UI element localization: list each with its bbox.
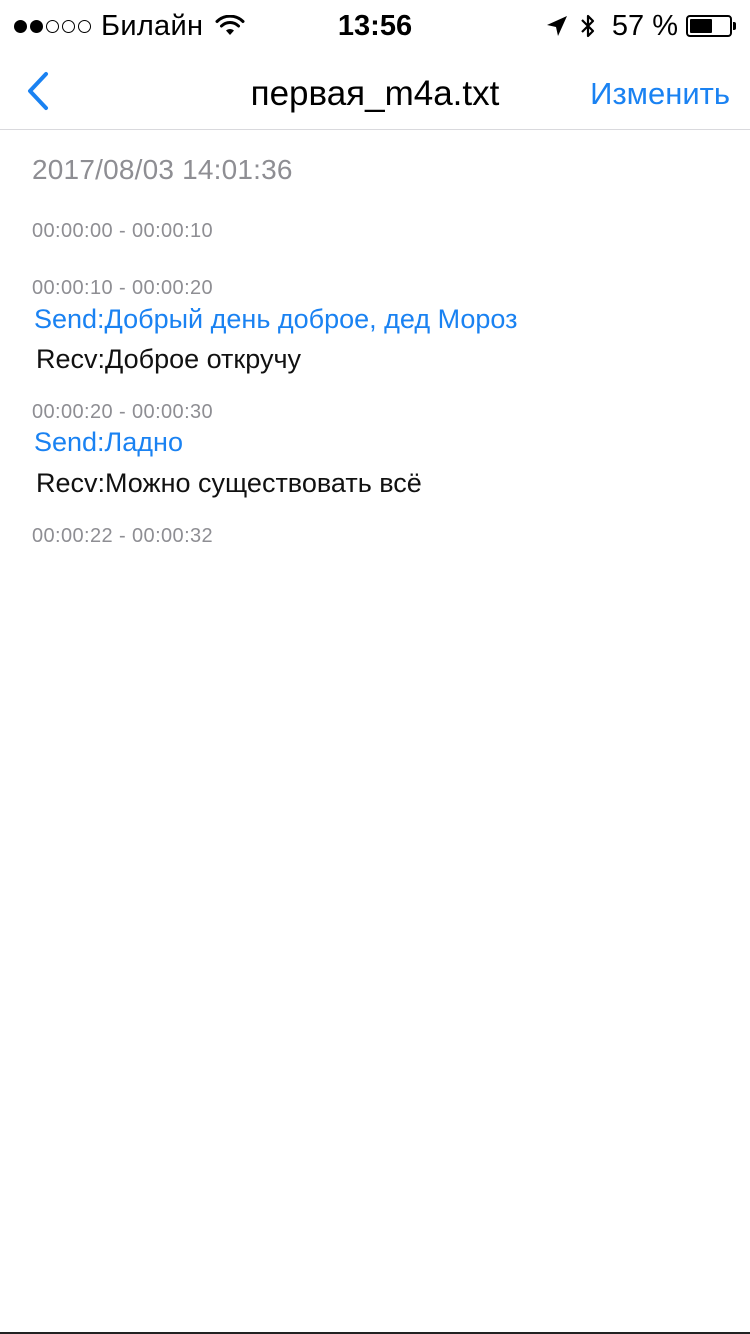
chevron-left-icon bbox=[28, 72, 48, 110]
location-arrow-icon bbox=[546, 16, 567, 36]
status-right: 57 % bbox=[546, 8, 736, 44]
send-message: Send:Ладно bbox=[34, 427, 183, 457]
segment-timestamp: 00:00:22 - 00:00:32 bbox=[32, 525, 214, 547]
segment-timestamp: 00:00:00 - 00:00:10 bbox=[32, 220, 214, 242]
navigation-bar: первая_m4a.txt Изменить bbox=[0, 52, 750, 130]
send-message: Send:Добрый день доброе, дед Мороз bbox=[34, 304, 518, 334]
bluetooth-icon bbox=[581, 14, 594, 38]
recv-message: Recv:Доброе откручу bbox=[36, 344, 302, 374]
battery-percent: 57 % bbox=[611, 9, 678, 42]
battery-level bbox=[690, 19, 712, 33]
battery-tip bbox=[733, 22, 736, 30]
edit-button[interactable]: Изменить bbox=[590, 74, 730, 114]
recv-message: Recv:Можно существовать всё bbox=[36, 468, 422, 498]
status-bar: Билайн 13:56 57 % bbox=[0, 0, 750, 52]
recording-date: 2017/08/03 14:01:36 bbox=[32, 154, 293, 185]
battery-icon bbox=[686, 15, 732, 37]
segment-timestamp: 00:00:10 - 00:00:20 bbox=[32, 277, 214, 299]
back-button[interactable] bbox=[18, 70, 58, 112]
segment-timestamp: 00:00:20 - 00:00:30 bbox=[32, 401, 214, 423]
page-title: первая_m4a.txt bbox=[250, 74, 500, 113]
